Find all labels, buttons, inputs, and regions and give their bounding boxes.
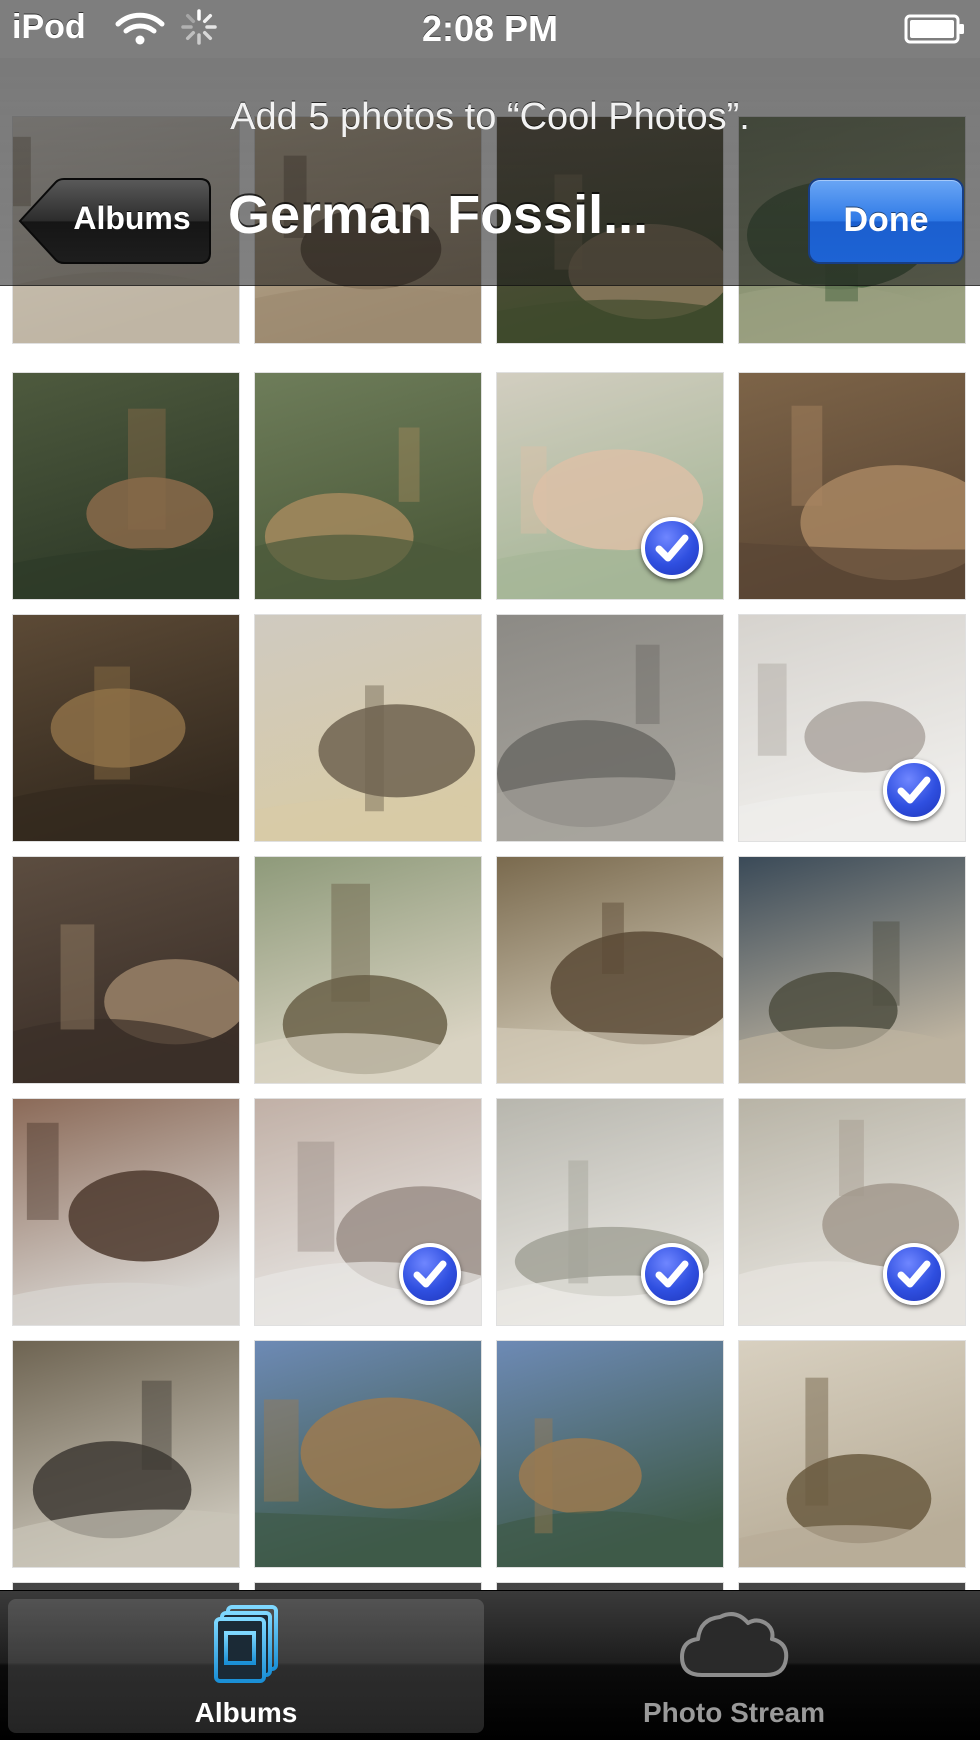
photo-thumbnail[interactable]	[496, 614, 724, 842]
photo-thumbnail[interactable]	[12, 1340, 240, 1568]
album-title: German Fossil...	[228, 185, 649, 245]
photo-image	[497, 857, 723, 1083]
cloud-icon	[496, 1603, 972, 1690]
photo-image	[13, 615, 239, 841]
photo-thumbnail[interactable]	[254, 856, 482, 1084]
tab-albums[interactable]: Albums	[8, 1599, 484, 1733]
photo-image	[13, 857, 239, 1083]
status-bar: iPod 2:08 PM	[0, 0, 980, 58]
photo-image	[739, 857, 965, 1083]
photo-thumbnail[interactable]	[738, 614, 966, 842]
tab-photo-stream-label: Photo Stream	[642, 1697, 826, 1728]
photo-thumbnail[interactable]	[254, 1098, 482, 1326]
checkmark-circle-icon	[641, 1243, 703, 1305]
photo-thumbnail[interactable]	[254, 614, 482, 842]
photo-thumbnail[interactable]	[496, 1098, 724, 1326]
photo-thumbnail[interactable]	[496, 372, 724, 600]
photo-thumbnail[interactable]	[254, 1340, 482, 1568]
battery-icon	[904, 14, 966, 49]
photo-image	[497, 615, 723, 841]
photo-thumbnail[interactable]	[738, 1340, 966, 1568]
albums-back-button[interactable]: Albums	[18, 178, 212, 264]
photo-picker-screen: iPod 2:08 PM Add 5 photos to “Cool Photo…	[0, 0, 980, 1740]
albums-icon	[8, 1603, 484, 1690]
photo-thumbnail[interactable]	[12, 372, 240, 600]
checkmark-circle-icon	[641, 517, 703, 579]
photo-image	[255, 615, 481, 841]
photo-thumbnail[interactable]	[12, 856, 240, 1084]
tab-albums-label: Albums	[194, 1697, 298, 1728]
photo-image	[739, 1341, 965, 1567]
photo-image	[255, 373, 481, 599]
photo-image	[13, 373, 239, 599]
photo-thumbnail[interactable]	[254, 372, 482, 600]
back-button-label: Albums	[73, 200, 191, 236]
status-clock: 2:08 PM	[421, 8, 559, 49]
add-photos-prompt: Add 5 photos to “Cool Photos”.	[230, 96, 750, 138]
photo-image	[255, 857, 481, 1083]
photo-thumbnail[interactable]	[12, 1098, 240, 1326]
checkmark-circle-icon	[883, 1243, 945, 1305]
checkmark-circle-icon	[399, 1243, 461, 1305]
photo-image	[13, 1341, 239, 1567]
photo-thumbnail[interactable]	[12, 614, 240, 842]
tab-photo-stream[interactable]: Photo Stream	[496, 1599, 972, 1733]
photo-thumbnail[interactable]	[738, 372, 966, 600]
photo-thumbnail[interactable]	[496, 1340, 724, 1568]
navigation-bar: Add 5 photos to “Cool Photos”. Albums Ge…	[0, 58, 980, 286]
photo-thumbnail[interactable]	[738, 1098, 966, 1326]
photo-thumbnail[interactable]	[738, 856, 966, 1084]
tab-bar: Albums Photo Stream	[0, 1590, 980, 1740]
photo-thumbnail[interactable]	[496, 856, 724, 1084]
done-button[interactable]: Done	[808, 178, 964, 264]
photo-image	[255, 1341, 481, 1567]
checkmark-circle-icon	[883, 759, 945, 821]
photo-image	[739, 373, 965, 599]
photo-image	[497, 1341, 723, 1567]
photo-image	[13, 1099, 239, 1325]
